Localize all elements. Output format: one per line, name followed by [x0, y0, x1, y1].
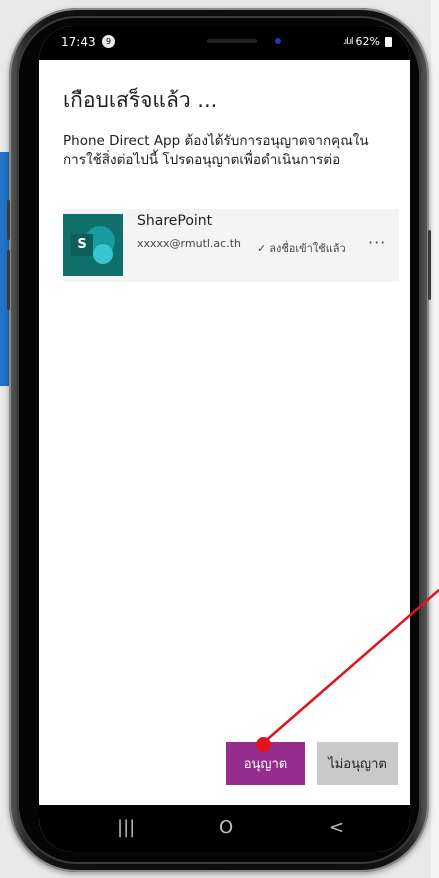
more-icon[interactable]: ··· — [368, 233, 386, 252]
front-camera — [275, 38, 281, 44]
signin-status: ✓ ลงชื่อเข้าใช้แล้ว — [257, 239, 346, 257]
status-bar: 17:43 9 .ıl.ıl 62% — [39, 26, 410, 60]
signal-icon: .ıl.ıl — [342, 36, 354, 47]
power-button — [428, 230, 431, 300]
navigation-bar: ||| O < — [39, 805, 410, 852]
status-time: 17:43 — [61, 35, 96, 49]
battery-icon — [385, 36, 392, 47]
pointer-dot — [256, 737, 271, 752]
background-edge — [431, 0, 439, 878]
dialog-title: เกือบเสร็จแล้ว ... — [63, 88, 218, 112]
phone-screen: 17:43 9 .ıl.ıl 62% เกือบเสร็จแล้ว ... Ph… — [39, 26, 410, 852]
app-name: SharePoint — [137, 213, 213, 229]
decline-button[interactable]: ไม่อนุญาต — [317, 742, 398, 785]
notification-badge: 9 — [102, 35, 115, 48]
back-icon[interactable]: < — [329, 817, 344, 838]
earpiece-speaker — [207, 39, 257, 43]
account-email: xxxxx@rmutl.ac.th — [137, 237, 242, 250]
recents-icon[interactable]: ||| — [117, 817, 135, 838]
dialog-description: Phone Direct App ต้องได้รับการอนุญาตจากค… — [63, 133, 369, 168]
signin-status-label: ลงชื่อเข้าใช้แล้ว — [269, 242, 346, 255]
sharepoint-icon-small-circle — [93, 244, 113, 264]
sharepoint-icon: S — [63, 214, 123, 276]
volume-up-button — [7, 200, 10, 240]
account-card: S SharePoint xxxxx@rmutl.ac.th ✓ ลงชื่อเข… — [63, 209, 399, 282]
check-icon: ✓ — [257, 242, 267, 255]
volume-down-button — [7, 250, 10, 310]
status-indicators: .ıl.ıl 62% — [343, 35, 392, 48]
sharepoint-icon-letter: S — [71, 234, 93, 256]
battery-percent: 62% — [355, 35, 380, 48]
home-icon[interactable]: O — [219, 817, 233, 838]
